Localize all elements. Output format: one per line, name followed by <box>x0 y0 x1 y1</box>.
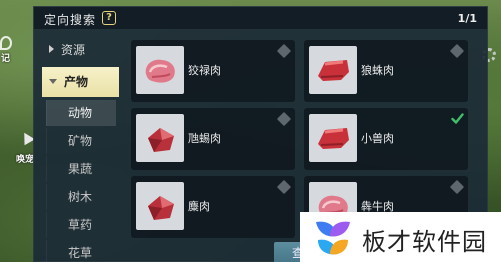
item-thumbnail <box>136 182 184 230</box>
category-label: 产物 <box>64 75 89 89</box>
check-icon <box>451 113 464 124</box>
item-thumbnail <box>136 46 184 94</box>
watermark-text: 板才软件园 <box>362 228 487 256</box>
item-thumbnail <box>136 114 184 162</box>
item-thumbnail <box>309 114 357 162</box>
sub-category-fruit-veg[interactable]: 果蔬 <box>46 156 116 182</box>
item-card[interactable]: 狼蛛肉 <box>304 40 468 102</box>
expand-arrow-icon <box>49 79 57 84</box>
panel-header: 定向搜索 ? 1/1 <box>34 7 487 29</box>
item-name: 狡禄肉 <box>188 64 221 77</box>
unselected-marker-icon <box>276 111 292 127</box>
raw-meat-red-icon <box>318 128 349 149</box>
sub-category-tree[interactable]: 树木 <box>46 184 116 210</box>
watermark: 板才软件园 <box>300 212 501 262</box>
sub-category-mineral[interactable]: 矿物 <box>46 128 116 154</box>
page-indicator: 1/1 <box>457 12 477 25</box>
category-product[interactable]: 产物 <box>42 67 119 97</box>
item-name: 狼蛛肉 <box>361 64 394 77</box>
raw-meat-chunk-icon <box>148 196 174 220</box>
unselected-marker-icon <box>276 179 292 195</box>
item-name: 小兽肉 <box>361 132 394 145</box>
item-card[interactable]: 麋肉 <box>131 176 295 238</box>
sub-category-herb[interactable]: 草药 <box>46 212 116 238</box>
raw-meat-red-icon <box>318 60 349 81</box>
category-label: 资源 <box>61 43 86 57</box>
raw-meat-pink-icon <box>145 59 175 83</box>
category-sidebar: 资源 产物 动物 矿物 果蔬 树木 草药 花草 <box>34 37 120 262</box>
panel-title: 定向搜索 <box>44 13 97 27</box>
collapse-arrow-icon <box>49 45 54 53</box>
unselected-marker-icon <box>449 179 465 195</box>
item-thumbnail <box>309 46 357 94</box>
unselected-marker-icon <box>449 43 465 59</box>
item-card[interactable]: 小兽肉 <box>304 108 468 170</box>
raw-meat-chunk-icon <box>148 128 174 152</box>
map-marker-icon[interactable] <box>0 36 12 50</box>
item-name: 虺蜴肉 <box>188 132 221 145</box>
help-icon[interactable]: ? <box>102 11 116 25</box>
sub-category-flower[interactable]: 花草 <box>46 240 116 262</box>
item-name: 麋肉 <box>188 200 210 213</box>
summon-pet-label[interactable]: 唤宠 <box>16 152 34 165</box>
hud-label[interactable]: 记 <box>1 51 10 64</box>
item-card[interactable]: 虺蜴肉 <box>131 108 295 170</box>
category-resource[interactable]: 资源 <box>49 39 119 61</box>
unselected-marker-icon <box>276 43 292 59</box>
watermark-logo-icon <box>316 221 350 255</box>
sub-category-animal[interactable]: 动物 <box>46 100 116 126</box>
item-card[interactable]: 狡禄肉 <box>131 40 295 102</box>
